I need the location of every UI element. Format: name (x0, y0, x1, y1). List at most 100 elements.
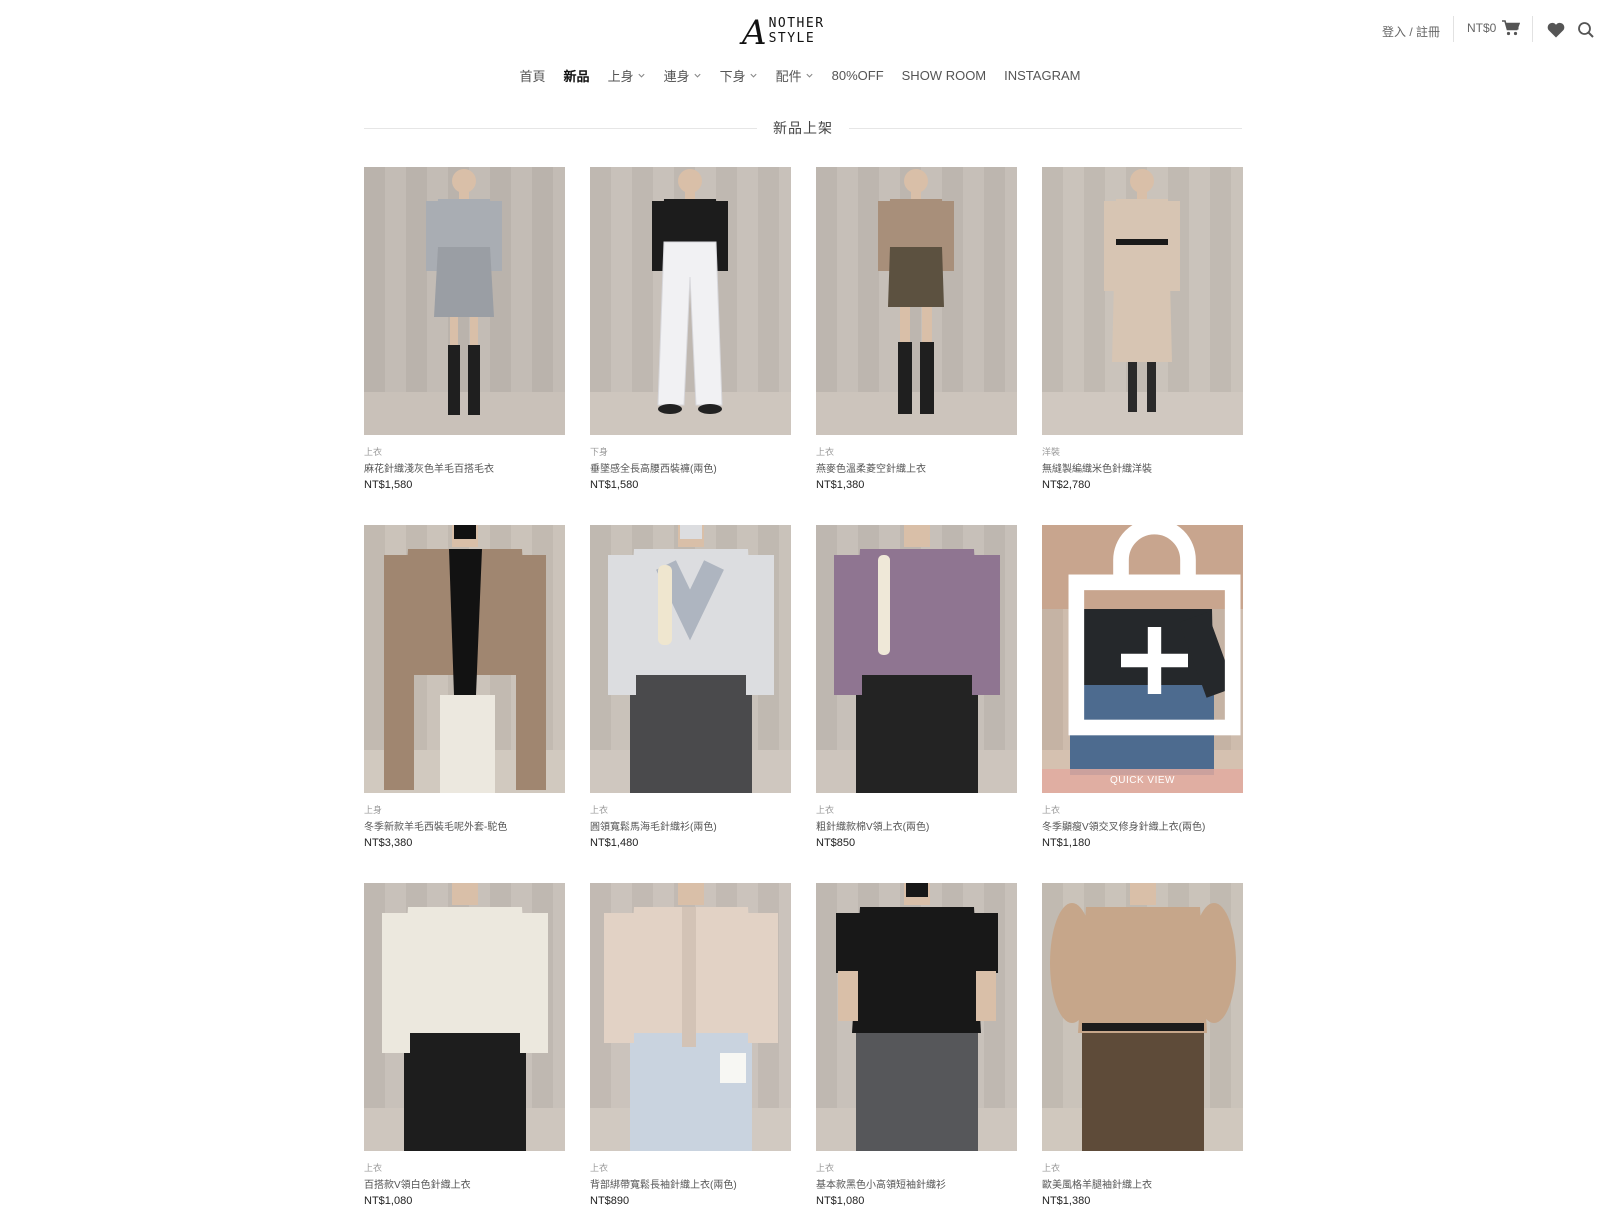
product-grid: 上衣 麻花針織淺灰色羊毛百搭毛衣 NT$1,580 下身 垂墜感全長高腰西裝褲(兩色) N… (364, 167, 1243, 1228)
nav-item[interactable]: SHOW ROOM (902, 66, 987, 85)
product-card[interactable]: 上衣圓領寬鬆馬海毛針織衫(兩色) NT$1,480 (590, 525, 791, 883)
product-price: NT$1,080 (816, 1195, 865, 1207)
nav-item-label: SHOW ROOM (901, 68, 987, 83)
site-header: A NOTHER STYLE 登入 / 註冊 NT$0 首頁 新品 上身 連身 下身 配件… (0, 0, 1600, 100)
product-name[interactable]: 背部綁帶寬鬆長袖針織上衣(兩色) (590, 1176, 791, 1191)
product-price: NT$1,580 (364, 479, 413, 491)
login-register-link[interactable]: 登入 / 註冊 (1382, 23, 1440, 40)
nav-item[interactable]: 連身 (664, 66, 702, 85)
product-image[interactable] (590, 883, 791, 1151)
product-image[interactable] (1042, 167, 1243, 435)
nav-item[interactable]: 上身 (608, 66, 646, 85)
product-card[interactable]: 上衣麻花針織淺灰色羊毛百搭毛衣 NT$1,580 (364, 167, 565, 525)
product-category[interactable]: 上衣 (364, 445, 565, 457)
product-category[interactable]: 上衣 (1042, 803, 1243, 815)
product-name[interactable]: 圓領寬鬆馬海毛針織衫(兩色) (590, 818, 791, 833)
logo-mark: A (742, 13, 767, 53)
product-price: NT$1,380 (1042, 1195, 1091, 1207)
product-price: NT$1,180 (1042, 837, 1091, 849)
product-name[interactable]: 無縫製編織米色針織洋裝 (1042, 460, 1243, 475)
nav-item-label: INSTAGRAM (1004, 68, 1081, 83)
divider (1453, 16, 1454, 42)
product-image[interactable] (590, 525, 791, 793)
main-nav: 首頁 新品 上身 連身 下身 配件 80%OFF SHOW ROOM INSTAGRAM (0, 66, 1600, 85)
product-image[interactable] (364, 167, 565, 435)
product-price: NT$1,480 (590, 837, 639, 849)
chevron-down-icon (694, 73, 701, 78)
product-image[interactable] (816, 167, 1017, 435)
product-card[interactable]: 上衣背部綁帶寬鬆長袖針織上衣(兩色) NT$890 (590, 883, 791, 1228)
product-image[interactable] (364, 525, 565, 793)
nav-item[interactable]: 80%OFF (832, 66, 884, 85)
product-price: NT$890 (590, 1195, 630, 1207)
product-category[interactable]: 上衣 (816, 445, 1017, 457)
divider-right (849, 127, 1242, 129)
nav-item[interactable]: INSTAGRAM (1004, 66, 1080, 85)
nav-item-label: 配件 (775, 69, 802, 84)
product-name[interactable]: 百搭款V領白色針織上衣 (364, 1176, 565, 1191)
heart-icon[interactable] (1546, 20, 1566, 40)
chevron-down-icon (806, 73, 813, 78)
product-price: NT$3,380 (364, 837, 413, 849)
product-price: NT$1,080 (364, 1195, 413, 1207)
quick-view-button[interactable]: QUICK VIEW (1042, 769, 1243, 793)
product-category[interactable]: 下身 (590, 445, 791, 457)
product-name[interactable]: 基本款黑色小高領短袖針織衫 (816, 1176, 1017, 1191)
product-card[interactable]: 上衣燕麥色溫柔菱空針織上衣 NT$1,380 (816, 167, 1017, 525)
nav-item[interactable]: 配件 (776, 66, 814, 85)
product-name[interactable]: 歐美風格羊腿袖針織上衣 (1042, 1176, 1243, 1191)
cart-total: NT$0 (1467, 21, 1497, 35)
product-price: NT$850 (816, 837, 856, 849)
product-card[interactable]: 上身冬季新款羊毛西裝毛呢外套-駝色 NT$3,380 (364, 525, 565, 883)
product-category[interactable]: 上衣 (816, 1161, 1017, 1173)
product-card[interactable]: 上衣歐美風格羊腿袖針織上衣 NT$1,380 (1042, 883, 1243, 1228)
product-card[interactable]: 上衣粗針織款棉V領上衣(兩色) NT$850 (816, 525, 1017, 883)
product-price: NT$2,780 (1042, 479, 1091, 491)
product-name[interactable]: 冬季顯瘦V領交叉修身針織上衣(兩色) (1042, 818, 1243, 833)
brand-logo[interactable]: A NOTHER STYLE (742, 13, 872, 53)
product-price: NT$1,580 (590, 479, 639, 491)
nav-item-label: 下身 (719, 69, 746, 84)
search-icon[interactable] (1576, 20, 1596, 40)
product-name[interactable]: 麻花針織淺灰色羊毛百搭毛衣 (364, 460, 565, 475)
product-card[interactable]: 洋裝無縫製編織米色針織洋裝 NT$2,780 (1042, 167, 1243, 525)
product-image[interactable] (364, 883, 565, 1151)
nav-item[interactable]: 首頁 (520, 66, 546, 85)
product-image[interactable] (1042, 883, 1243, 1151)
nav-item-label: 80%OFF (831, 68, 884, 83)
divider (1532, 16, 1533, 42)
product-category[interactable]: 上衣 (1042, 1161, 1243, 1173)
nav-item-label: 連身 (663, 69, 690, 84)
nav-item-label: 上身 (607, 69, 634, 84)
nav-item[interactable]: 下身 (720, 66, 758, 85)
section-header: 新品上架 (364, 118, 1242, 138)
product-price: NT$1,380 (816, 479, 865, 491)
product-image[interactable]: QUICK VIEW (1042, 525, 1243, 793)
product-card[interactable]: QUICK VIEW 上衣冬季顯瘦V領交叉修身針織上衣(兩色) NT$1,180 (1042, 525, 1243, 883)
chevron-down-icon (637, 73, 645, 78)
product-category[interactable]: 上衣 (590, 1161, 791, 1173)
product-card[interactable]: 下身垂墜感全長高腰西裝褲(兩色) NT$1,580 (590, 167, 791, 525)
product-name[interactable]: 粗針織款棉V領上衣(兩色) (816, 818, 1017, 833)
product-category[interactable]: 上衣 (590, 803, 791, 815)
product-card[interactable]: 上衣百搭款V領白色針織上衣 NT$1,080 (364, 883, 565, 1228)
cart-icon (1502, 20, 1521, 36)
product-card[interactable]: 上衣基本款黑色小高領短袖針織衫 NT$1,080 (816, 883, 1017, 1228)
chevron-down-icon (750, 73, 757, 78)
add-to-cart-icon[interactable] (1054, 525, 1243, 761)
product-category[interactable]: 上衣 (364, 1161, 565, 1173)
product-name[interactable]: 燕麥色溫柔菱空針織上衣 (816, 460, 1017, 475)
product-image[interactable] (816, 525, 1017, 793)
product-name[interactable]: 垂墜感全長高腰西裝褲(兩色) (590, 460, 791, 475)
product-image[interactable] (590, 167, 791, 435)
cart-button[interactable]: NT$0 (1467, 20, 1521, 36)
product-category[interactable]: 上衣 (816, 803, 1017, 815)
product-image[interactable] (816, 883, 1017, 1151)
nav-item-label: 首頁 (519, 69, 546, 84)
logo-text: NOTHER STYLE (768, 16, 825, 46)
product-category[interactable]: 上身 (364, 803, 565, 815)
section-title: 新品上架 (773, 120, 833, 136)
product-category[interactable]: 洋裝 (1042, 445, 1243, 457)
product-name[interactable]: 冬季新款羊毛西裝毛呢外套-駝色 (364, 818, 565, 833)
nav-item[interactable]: 新品 (564, 66, 590, 85)
